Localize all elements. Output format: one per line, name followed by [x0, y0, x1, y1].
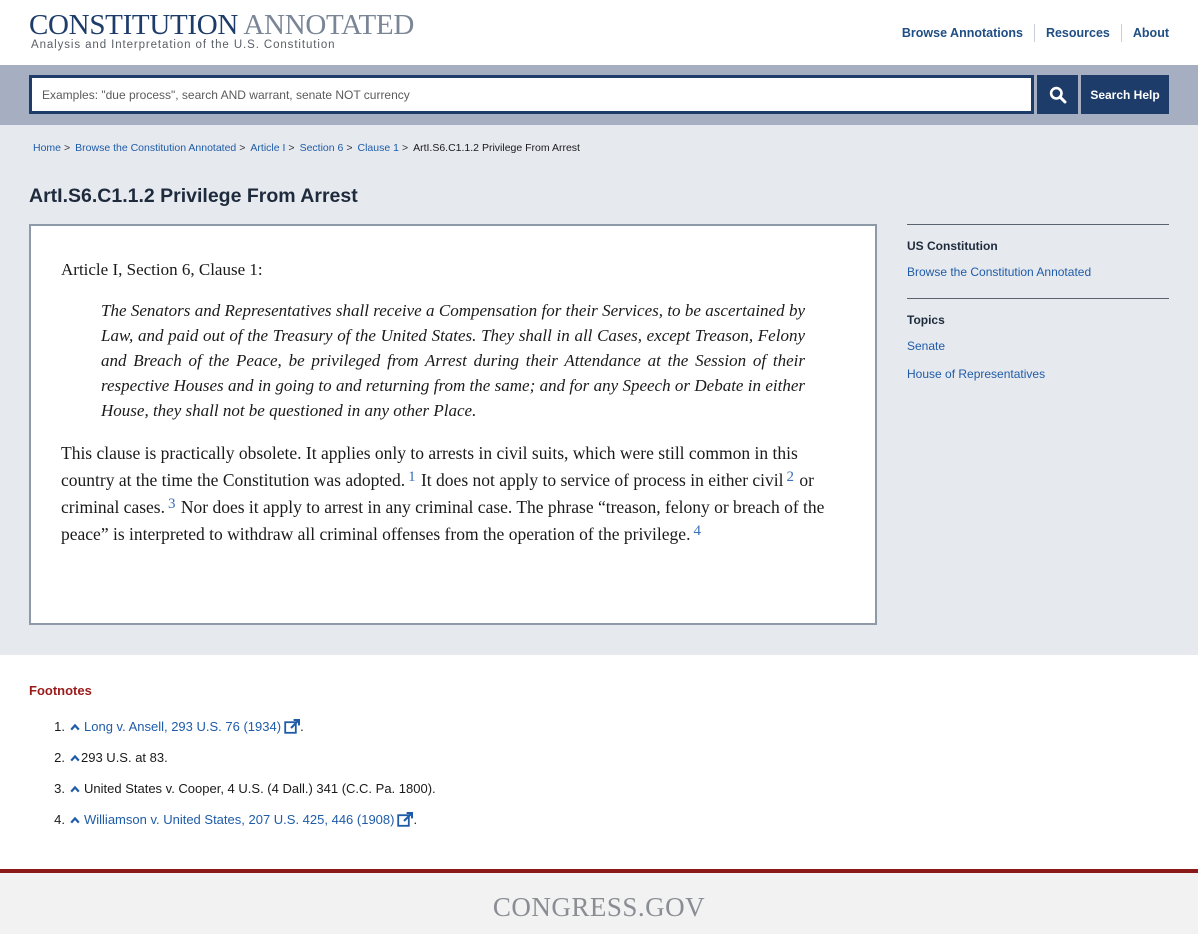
footnote-text: 293 U.S. at 83. [81, 749, 168, 765]
search-button[interactable] [1037, 75, 1078, 114]
congress-gov-logo[interactable]: CONGRESS.GOV [0, 892, 1198, 923]
footnote-ref-3[interactable]: 3 [168, 496, 176, 512]
logo-title-word2: ANNOTATED [243, 9, 414, 41]
sidebar-heading-topics: Topics [907, 313, 945, 327]
site-footer: CONGRESS.GOV [0, 869, 1198, 934]
footnote-text: United States v. Cooper, 4 U.S. (4 Dall.… [84, 780, 436, 796]
logo-title: CONSTITUTION ANNOTATED [29, 10, 414, 40]
sidebar: US Constitution Browse the Constitution … [907, 224, 1169, 382]
paragraph-text: Nor does it apply to arrest in any crimi… [61, 497, 825, 544]
footnote-item: 4. Williamson v. United States, 207 U.S.… [29, 804, 1129, 835]
back-to-ref-icon[interactable] [68, 750, 81, 766]
top-nav: Browse Annotations Resources About [891, 24, 1169, 42]
logo-title-word1: CONSTITUTION [29, 9, 239, 41]
sidebar-divider [907, 224, 1169, 225]
footnotes-section: Footnotes 1. Long v. Ansell, 293 U.S. 76… [29, 683, 1129, 835]
site-logo[interactable]: CONSTITUTION ANNOTATED Analysis and Inte… [29, 10, 414, 51]
footnote-ref-4[interactable]: 4 [693, 523, 701, 539]
footnote-item: 2. 293 U.S. at 83. [29, 742, 1129, 773]
footnotes-title: Footnotes [29, 683, 92, 698]
breadcrumb-clause[interactable]: Clause 1 [357, 142, 398, 154]
breadcrumb-separator: > [64, 142, 71, 154]
breadcrumb-home[interactable]: Home [33, 142, 61, 154]
breadcrumb-section[interactable]: Section 6 [300, 142, 344, 154]
breadcrumb: Home > Browse the Constitution Annotated >… [33, 142, 580, 154]
footnote-suffix: . [300, 718, 304, 734]
footnote-item: 1. Long v. Ansell, 293 U.S. 76 (1934) . [29, 711, 1129, 742]
breadcrumb-separator: > [288, 142, 295, 154]
paragraph-text: It does not apply to service of process … [416, 470, 784, 490]
footnote-ref-2[interactable]: 2 [787, 469, 795, 485]
footnote-ref-1[interactable]: 1 [408, 469, 416, 485]
annotation-paragraph: This clause is practically obsolete. It … [61, 440, 845, 548]
clause-card: Article I, Section 6, Clause 1: The Sena… [29, 224, 877, 625]
sidebar-divider [907, 298, 1169, 299]
external-link-icon[interactable] [396, 812, 413, 828]
breadcrumb-article[interactable]: Article I [250, 142, 285, 154]
search-bar: Search Help [0, 65, 1198, 125]
footnote-link[interactable]: Williamson v. United States, 207 U.S. 42… [84, 812, 394, 828]
site-header: CONSTITUTION ANNOTATED Analysis and Inte… [0, 0, 1198, 65]
search-help-button[interactable]: Search Help [1081, 75, 1169, 114]
back-to-ref-icon[interactable] [68, 781, 81, 797]
footnote-number: 2. [54, 749, 65, 765]
constitution-quote: The Senators and Representatives shall r… [101, 301, 805, 420]
sidebar-link-senate[interactable]: Senate [907, 339, 1169, 354]
footnote-number: 1. [54, 718, 65, 734]
page-title: ArtI.S6.C1.1.2 Privilege From Arrest [29, 185, 358, 207]
footnote-number: 4. [54, 811, 65, 827]
back-to-ref-icon[interactable] [68, 719, 81, 735]
footnote-link[interactable]: Long v. Ansell, 293 U.S. 76 (1934) [84, 719, 281, 735]
search-input[interactable] [29, 75, 1034, 114]
breadcrumb-separator: > [239, 142, 246, 154]
footnote-item: 3. United States v. Cooper, 4 U.S. (4 Da… [29, 773, 1129, 804]
breadcrumb-current: ArtI.S6.C1.1.2 Privilege From Arrest [413, 142, 580, 154]
clause-heading: Article I, Section 6, Clause 1: [61, 260, 263, 279]
breadcrumb-separator: > [346, 142, 353, 154]
breadcrumb-separator: > [401, 142, 409, 154]
breadcrumb-browse[interactable]: Browse the Constitution Annotated [75, 142, 236, 154]
nav-resources[interactable]: Resources [1033, 24, 1121, 42]
nav-about[interactable]: About [1120, 24, 1169, 42]
sidebar-link-house[interactable]: House of Representatives [907, 367, 1169, 382]
sidebar-link-browse[interactable]: Browse the Constitution Annotated [907, 265, 1169, 280]
search-icon [1049, 86, 1066, 103]
footnote-suffix: . [413, 811, 418, 827]
main-content: Home > Browse the Constitution Annotated >… [0, 125, 1198, 655]
external-link-icon[interactable] [283, 719, 300, 735]
footnote-number: 3. [54, 780, 65, 796]
back-to-ref-icon[interactable] [68, 812, 81, 828]
sidebar-heading-us-constitution: US Constitution [907, 239, 998, 253]
footnotes-list: 1. Long v. Ansell, 293 U.S. 76 (1934) . … [29, 711, 1129, 835]
nav-browse-annotations[interactable]: Browse Annotations [891, 24, 1034, 42]
